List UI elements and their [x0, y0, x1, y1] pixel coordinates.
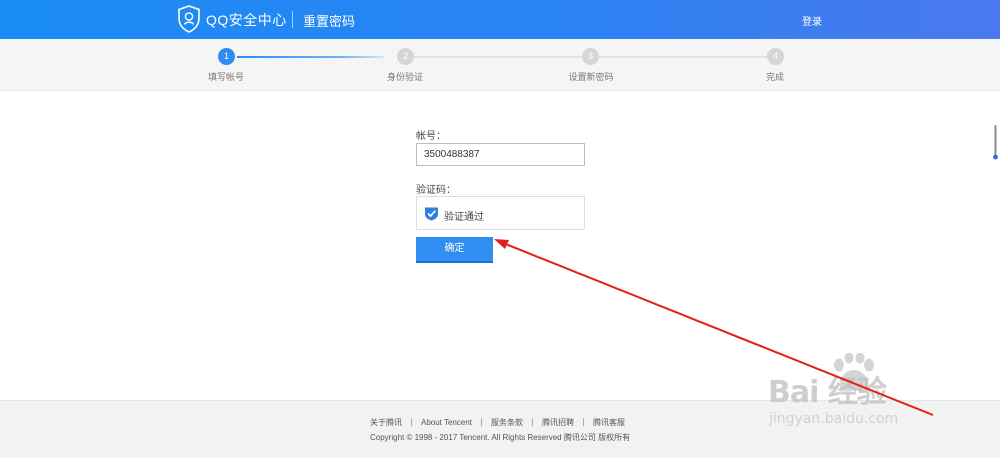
- footer-link-careers[interactable]: 腾讯招聘: [542, 418, 574, 427]
- footer-link-support[interactable]: 腾讯客服: [593, 418, 625, 427]
- shield-check-icon: [425, 207, 438, 221]
- captcha-verify-box[interactable]: 验证通过: [416, 196, 585, 230]
- step-connector: [599, 56, 767, 58]
- header-divider: [292, 11, 293, 28]
- baidu-jingyan-watermark: Bai 经验 jingyan.baidu.com: [768, 353, 978, 438]
- watermark-brand: Bai 经验: [768, 375, 887, 410]
- footer-links: 关于腾讯 About Tencent 服务条款 腾讯招聘 腾讯客服: [370, 417, 625, 428]
- footer-separator: [411, 418, 412, 426]
- step-connector: [410, 56, 582, 58]
- step-3-circle: 3: [582, 48, 599, 65]
- footer-separator: [532, 418, 534, 426]
- account-input[interactable]: [416, 143, 585, 166]
- step-4-label: 完成: [765, 72, 785, 82]
- progress-steps: 1 填写帐号 2 身份验证 3 设置新密码 4 完成: [0, 39, 1000, 91]
- scroll-handle-icon[interactable]: [993, 125, 998, 161]
- top-header: QQ安全中心 重置密码 登录: [0, 0, 1000, 39]
- login-link[interactable]: 登录: [802, 13, 822, 28]
- footer-separator: [481, 418, 483, 426]
- step-2-label: 身份验证: [386, 72, 424, 82]
- step-2-circle: 2: [397, 48, 414, 65]
- page-title: 重置密码: [303, 14, 356, 29]
- footer-separator: [583, 418, 585, 426]
- step-1-label: 填写帐号: [207, 72, 245, 82]
- confirm-button[interactable]: 确定: [416, 237, 493, 263]
- step-connector-active: [237, 56, 384, 58]
- step-1-circle: 1: [218, 48, 235, 65]
- watermark-url: jingyan.baidu.com: [769, 411, 899, 427]
- footer-link-about-en[interactable]: About Tencent: [421, 418, 472, 427]
- footer-link-about[interactable]: 关于腾讯: [370, 418, 402, 427]
- footer-link-terms[interactable]: 服务条款: [491, 418, 523, 427]
- captcha-label: 验证码：: [416, 185, 456, 196]
- step-3-label: 设置新密码: [568, 72, 614, 82]
- step-4-circle: 4: [767, 48, 784, 65]
- captcha-status: 验证通过: [444, 212, 484, 223]
- qq-shield-logo-icon[interactable]: [177, 5, 201, 33]
- copyright-text: Copyright © 1998 - 2017 Tencent. All Rig…: [370, 433, 631, 442]
- app-title[interactable]: QQ安全中心: [206, 10, 287, 30]
- account-label: 帐号：: [416, 131, 446, 142]
